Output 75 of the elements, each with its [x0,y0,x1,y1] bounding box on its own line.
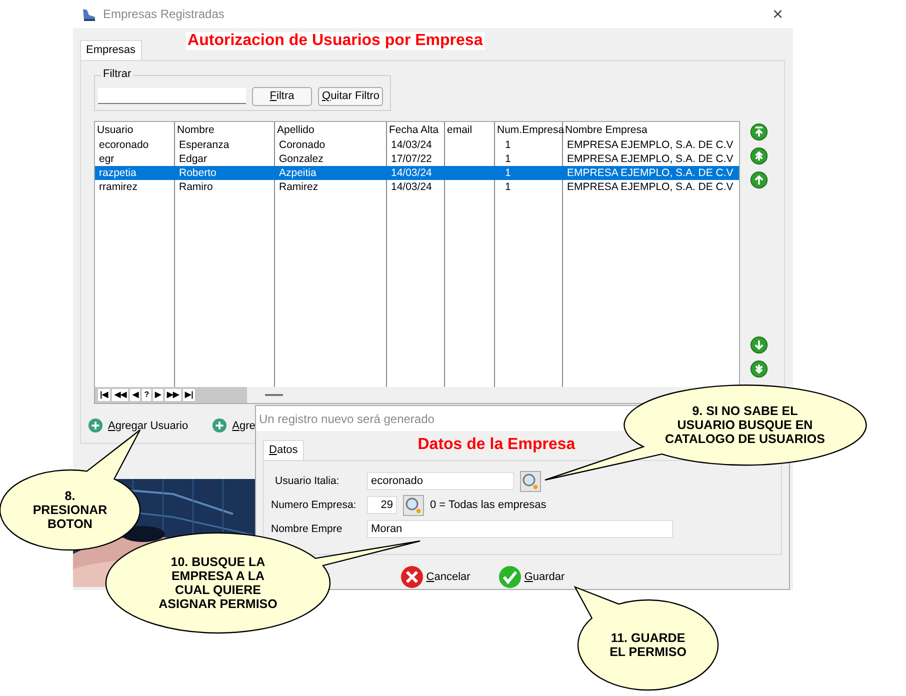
navigator-button[interactable]: ◀◀ [112,389,128,401]
navigator-button[interactable]: ◀ [130,389,140,401]
input-field[interactable]: ecoronado [367,472,514,490]
filter-button[interactable]: Quitar Filtro [318,86,384,106]
dialog-title: Un registro nuevo será generado [259,412,434,426]
table-cell: 1 [505,167,511,179]
navigator-button[interactable]: ▶| [183,389,196,401]
cancel-button[interactable]: Cancelar [400,565,470,589]
check-icon [498,565,522,589]
table-cell: 14/03/24 [391,139,432,151]
table-cell: 14/03/24 [391,181,432,193]
table-cell: 1 [505,139,511,151]
table-cell: Ramiro [179,181,213,193]
field-label: Usuario Italia: [274,475,340,487]
search-icon[interactable] [403,494,424,516]
table-row[interactable]: ecoronado Esperanza Coronado 14/03/24 1 EMPRESA EJEMPLO, S.A. DE C.V [95,138,739,152]
tab[interactable]: Datos [263,440,304,460]
callout-text: 9. SI NO SABE EL USUARIO BUSQUE EN CATALOGO DE USUARIOS [665,404,825,446]
column-header[interactable]: email [445,122,495,138]
scroll-thumb[interactable] [265,394,283,396]
heading: Autorizacion de Usuarios por Empresa [186,32,485,50]
table-cell: Gonzalez [279,153,324,165]
table-cell: Esperanza [179,139,230,151]
close-button[interactable]: × [762,4,793,24]
shoe-icon [81,6,97,22]
column-header[interactable]: Num.Empresa [495,122,563,138]
cancel-icon [400,565,424,589]
table-cell: egr [99,153,114,165]
heading: Datos de la Empresa [416,436,576,454]
table-cell: 14/03/24 [391,167,432,179]
plus-icon [88,418,103,433]
filter-field[interactable] [98,88,246,104]
column-header[interactable]: Nombre Empresa [563,122,739,138]
selected-row[interactable]: razpetia Roberto Azpeitia 14/03/24 1 EMPRESA EJEMPLO, S.A. DE C.V [95,166,739,180]
table-row[interactable]: egr Edgar Gonzalez 17/07/22 1 EMPRESA EJEMPLO, S.A. DE C.V [95,152,739,166]
table-cell: Coronado [279,139,326,151]
table-cell: ecoronado [99,139,149,151]
table-row[interactable]: rramirez Ramiro Ramirez 14/03/24 1 EMPRESA EJEMPLO, S.A. DE C.V [95,180,739,194]
hint-text: 0 = Todas las empresas [430,499,546,511]
navigator-button[interactable]: ▶▶ [165,389,182,401]
column-header[interactable]: Usuario [95,122,175,138]
table-cell: rramirez [99,181,138,193]
callout-text: 10. BUSQUE LA EMPRESA A LA CUAL QUIERE ASIGNAR PERMISO [158,555,278,611]
column-header[interactable]: Nombre [175,122,275,138]
plus-icon [212,418,228,433]
table-cell: 1 [505,153,511,165]
table-cell: 17/07/22 [391,153,432,165]
add-button[interactable]: Agregar Usuario [84,416,192,435]
field-label: Nombre Empre [271,523,344,535]
search-icon[interactable] [520,470,541,492]
table-cell: EMPRESA EJEMPLO, S.A. DE C.V [567,153,734,165]
navigator-button[interactable]: |◀ [98,389,110,401]
table-cell: Edgar [179,153,208,165]
group-label: Filtrar [101,68,134,80]
input-field[interactable]: Moran [367,520,673,538]
table-cell: 1 [505,181,511,193]
tab[interactable]: Empresas [80,40,142,60]
navigator-button[interactable]: ? [142,389,152,401]
column-header[interactable]: Apellido [275,122,387,138]
column-header[interactable]: Fecha Alta [387,122,445,138]
window-title: Empresas Registradas [103,7,226,21]
table-cell: Azpeitia [279,167,316,179]
filter-button[interactable]: Filtra [252,86,312,106]
callout-text: 8. PRESIONAR BOTON [32,489,108,531]
callout-text: 11. GUARDE EL PERMISO [610,631,686,659]
input-field[interactable]: 29 [367,496,397,514]
save-button[interactable]: Guardar [498,565,565,589]
field-label: Numero Empresa: [271,499,358,511]
table-cell: EMPRESA EJEMPLO, S.A. DE C.V [567,181,734,193]
table-cell: EMPRESA EJEMPLO, S.A. DE C.V [567,167,734,179]
navigator-button[interactable]: ▶ [153,389,164,401]
table-cell: Ramirez [279,181,318,193]
table-cell: EMPRESA EJEMPLO, S.A. DE C.V [567,139,734,151]
table-cell: razpetia [99,167,136,179]
table-cell: Roberto [179,167,216,179]
